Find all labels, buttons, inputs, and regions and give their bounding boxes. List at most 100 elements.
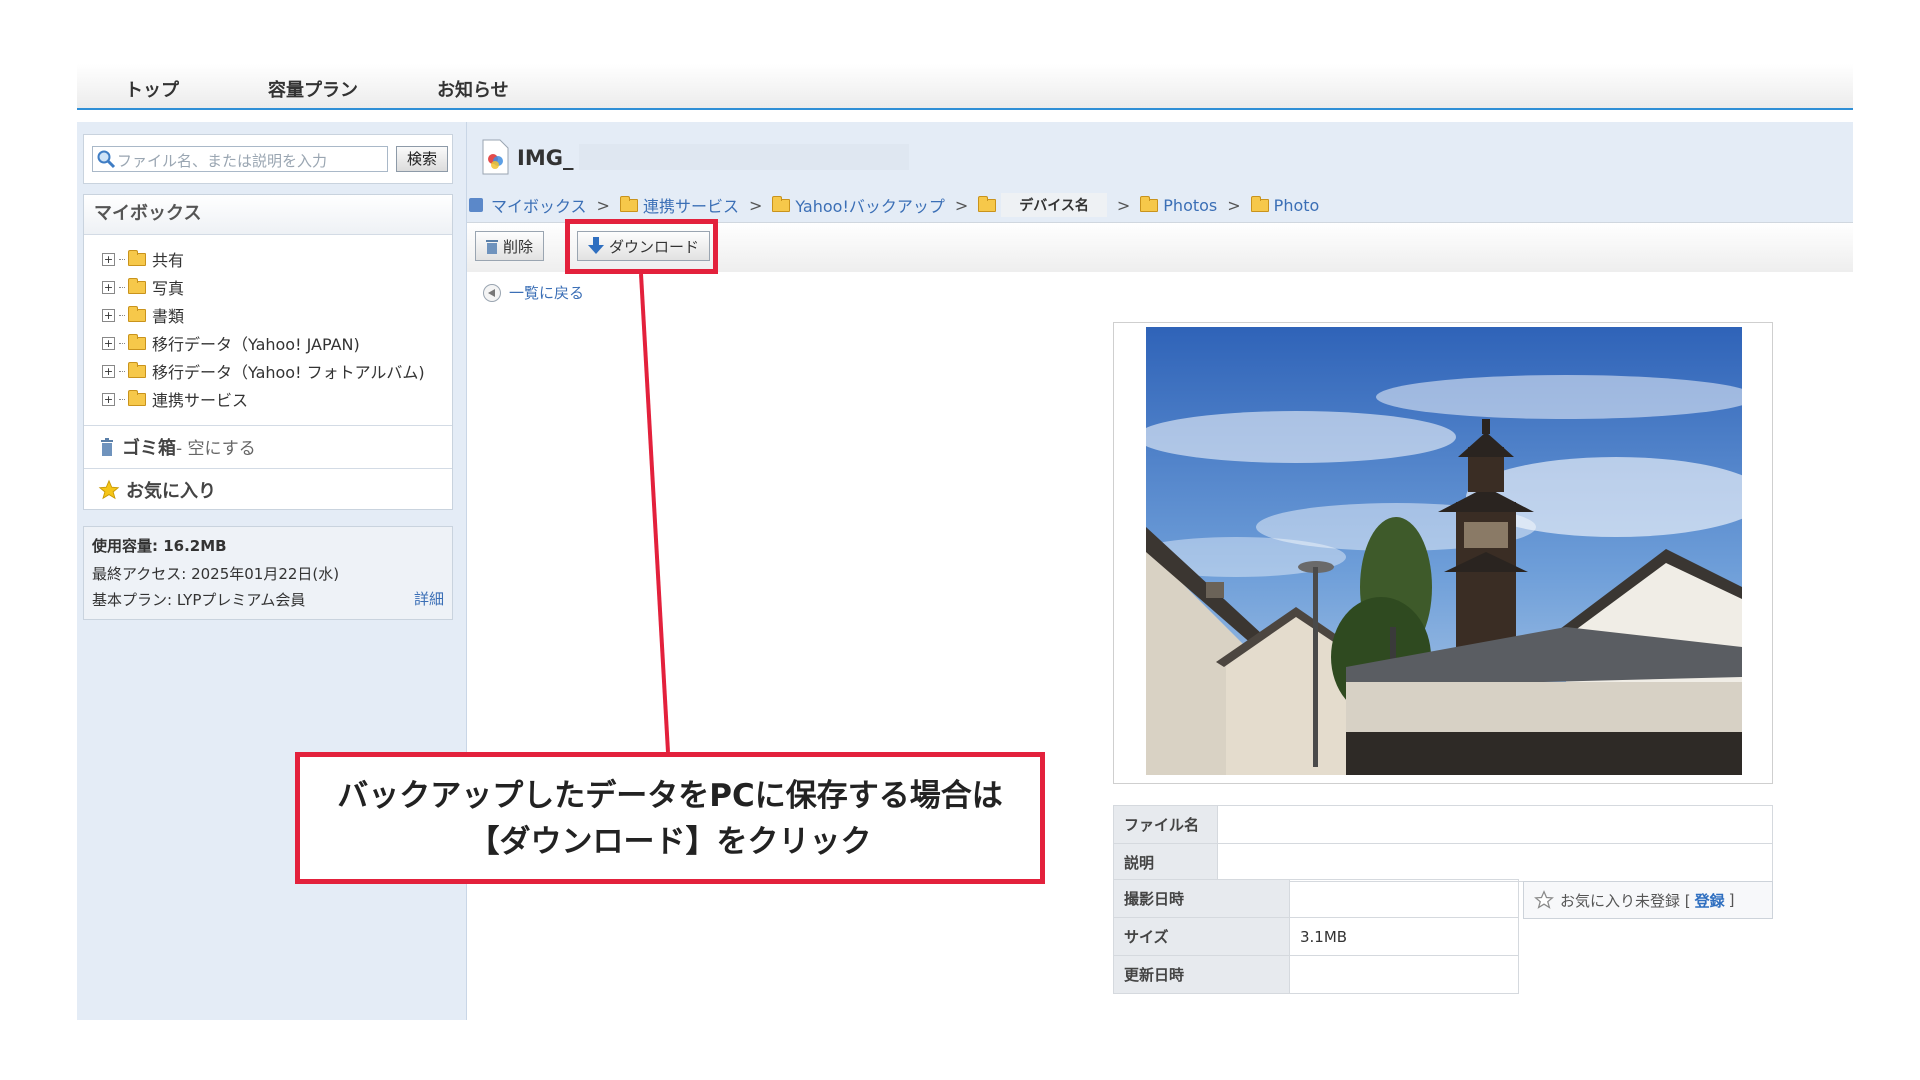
- crumb-separator: >: [954, 195, 969, 215]
- mybox-title[interactable]: マイボックス: [84, 195, 452, 235]
- folder-icon: [128, 277, 146, 294]
- back-label: 一覧に戻る: [509, 284, 585, 302]
- image-file-icon: [482, 139, 509, 175]
- search-input[interactable]: ファイル名、または説明を入力: [92, 146, 388, 172]
- file-info-table: ファイル名 説明: [1113, 805, 1773, 882]
- crumb-separator: >: [748, 195, 763, 215]
- photo-preview-frame: [1113, 322, 1773, 784]
- file-meta-table: 撮影日時 サイズ 3.1MB 更新日時: [1113, 879, 1519, 994]
- crumb-separator: >: [596, 195, 610, 215]
- instruction-callout: バックアップしたデータをPCに保存する場合は 【ダウンロード】をクリック: [295, 752, 1045, 884]
- trash-icon: [486, 240, 498, 254]
- trash-icon: [101, 437, 113, 456]
- crumb-mybox[interactable]: マイボックス: [491, 193, 587, 217]
- folder-icon: [1250, 195, 1269, 212]
- usage-last-access: 最終アクセス: 2025年01月22日(水): [92, 565, 340, 583]
- expand-icon[interactable]: +: [102, 336, 115, 350]
- folder-icon: [128, 389, 146, 406]
- folder-icon: [772, 195, 791, 212]
- search-placeholder: ファイル名、または説明を入力: [117, 152, 328, 170]
- trash-link[interactable]: ゴミ箱: [122, 434, 176, 460]
- filename-label: ファイル名: [1113, 805, 1218, 844]
- description-value: [1217, 843, 1773, 882]
- size-label: サイズ: [1113, 917, 1290, 956]
- tree-item-documents[interactable]: + 書類: [102, 301, 425, 329]
- back-arrow-icon: [483, 283, 501, 302]
- tree-item-label: 共有: [152, 251, 185, 270]
- shot-date-label: 撮影日時: [1113, 879, 1290, 918]
- crumb-separator: >: [1116, 195, 1131, 215]
- usage-used: 使用容量: 16.2MB: [92, 537, 227, 555]
- tree-item-migrated-album[interactable]: + 移行データ（Yahoo! フォトアルバム): [102, 357, 425, 385]
- favorites-link[interactable]: お気に入り: [84, 468, 452, 510]
- app-body: ファイル名、または説明を入力 検索 マイボックス + 共有 + 写真 + 書類 …: [77, 122, 1853, 1020]
- favorite-status: お気に入り未登録 [ 登録 ]: [1523, 881, 1773, 919]
- tree-item-linked-services[interactable]: + 連携サービス: [102, 385, 425, 413]
- description-label: 説明: [1113, 843, 1218, 882]
- photo-image: [1146, 327, 1742, 775]
- tree-item-photos[interactable]: + 写真: [102, 273, 425, 301]
- back-to-list-link[interactable]: 一覧に戻る: [483, 282, 584, 303]
- folder-icon: [128, 361, 146, 378]
- download-highlight-box: [565, 219, 718, 274]
- crumb-separator: >: [1227, 195, 1241, 215]
- crumb-photos[interactable]: Photos: [1163, 196, 1217, 215]
- nav-plan[interactable]: 容量プラン: [268, 76, 358, 102]
- folder-icon: [619, 195, 638, 212]
- callout-line-2: 【ダウンロード】をクリック: [468, 824, 872, 860]
- folder-icon: [1140, 195, 1159, 212]
- redacted-filename: [579, 144, 909, 170]
- favorites-label: お気に入り: [126, 480, 216, 502]
- expand-icon[interactable]: +: [102, 392, 115, 406]
- filename-value: [1217, 805, 1773, 844]
- file-title: IMG_: [517, 146, 574, 170]
- photo-preview[interactable]: [1146, 327, 1742, 775]
- expand-icon[interactable]: +: [102, 252, 115, 266]
- crumb-yahoo-backup[interactable]: Yahoo!バックアップ: [795, 193, 945, 217]
- expand-icon[interactable]: +: [102, 308, 115, 322]
- sidebar: ファイル名、または説明を入力 検索 マイボックス + 共有 + 写真 + 書類 …: [77, 122, 467, 1020]
- delete-label: 削除: [503, 237, 534, 256]
- tree-item-migrated-yahoo[interactable]: + 移行データ（Yahoo! JAPAN): [102, 329, 425, 357]
- page: トップ 容量プラン お知らせ ファイル名、または説明を入力 検索 マイボックス: [0, 0, 1920, 1080]
- star-outline-icon: [1534, 890, 1554, 909]
- register-favorite-link[interactable]: 登録: [1695, 890, 1725, 911]
- star-icon: [98, 479, 120, 499]
- usage-detail-link[interactable]: 詳細: [414, 588, 444, 609]
- empty-trash-link[interactable]: - 空にする: [176, 434, 256, 459]
- crumb-device-name[interactable]: デバイス名: [1001, 193, 1107, 217]
- search-panel: ファイル名、または説明を入力 検索: [83, 134, 453, 184]
- expand-icon[interactable]: +: [102, 280, 115, 294]
- updated-label: 更新日時: [1113, 955, 1290, 994]
- folder-icon: [978, 195, 997, 212]
- search-button[interactable]: 検索: [396, 146, 448, 172]
- usage-plan: 基本プラン: LYPプレミアム会員: [92, 591, 306, 609]
- mybox-panel: マイボックス + 共有 + 写真 + 書類 + 移行データ（Yahoo! JAP…: [83, 194, 453, 510]
- expand-icon[interactable]: +: [102, 364, 115, 378]
- updated-value: [1289, 955, 1519, 994]
- favorite-status-close: ]: [1728, 891, 1735, 909]
- tree-item-shared[interactable]: + 共有: [102, 245, 425, 273]
- trash-row: ゴミ箱 - 空にする: [84, 425, 452, 467]
- breadcrumb: マイボックス > 連携サービス > Yahoo!バックアップ > デバイス名 >…: [469, 193, 1320, 217]
- file-header: IMG_ マイボックス > 連携サービス > Yahoo!バックアップ > デバ…: [467, 122, 1853, 222]
- folder-icon: [128, 333, 146, 350]
- tree-item-label: 移行データ（Yahoo! フォトアルバム): [152, 363, 425, 382]
- tree-item-label: 書類: [152, 307, 185, 326]
- size-value: 3.1MB: [1289, 917, 1519, 956]
- tree-item-label: 連携サービス: [152, 391, 249, 410]
- mybox-icon: [469, 198, 483, 212]
- folder-tree: + 共有 + 写真 + 書類 + 移行データ（Yahoo! JAPAN) + 移…: [102, 245, 425, 413]
- delete-button[interactable]: 削除: [475, 231, 545, 261]
- crumb-photo[interactable]: Photo: [1274, 196, 1320, 215]
- nav-news[interactable]: お知らせ: [437, 76, 509, 102]
- tree-item-label: 写真: [152, 279, 185, 298]
- folder-icon: [128, 249, 146, 266]
- search-icon: [97, 150, 116, 169]
- tree-item-label: 移行データ（Yahoo! JAPAN): [152, 335, 360, 354]
- nav-top[interactable]: トップ: [125, 76, 179, 102]
- crumb-linked-services[interactable]: 連携サービス: [643, 193, 739, 217]
- folder-icon: [128, 305, 146, 322]
- usage-panel: 使用容量: 16.2MB 最終アクセス: 2025年01月22日(水) 基本プラ…: [83, 526, 453, 620]
- top-nav: トップ 容量プラン お知らせ: [77, 64, 1853, 110]
